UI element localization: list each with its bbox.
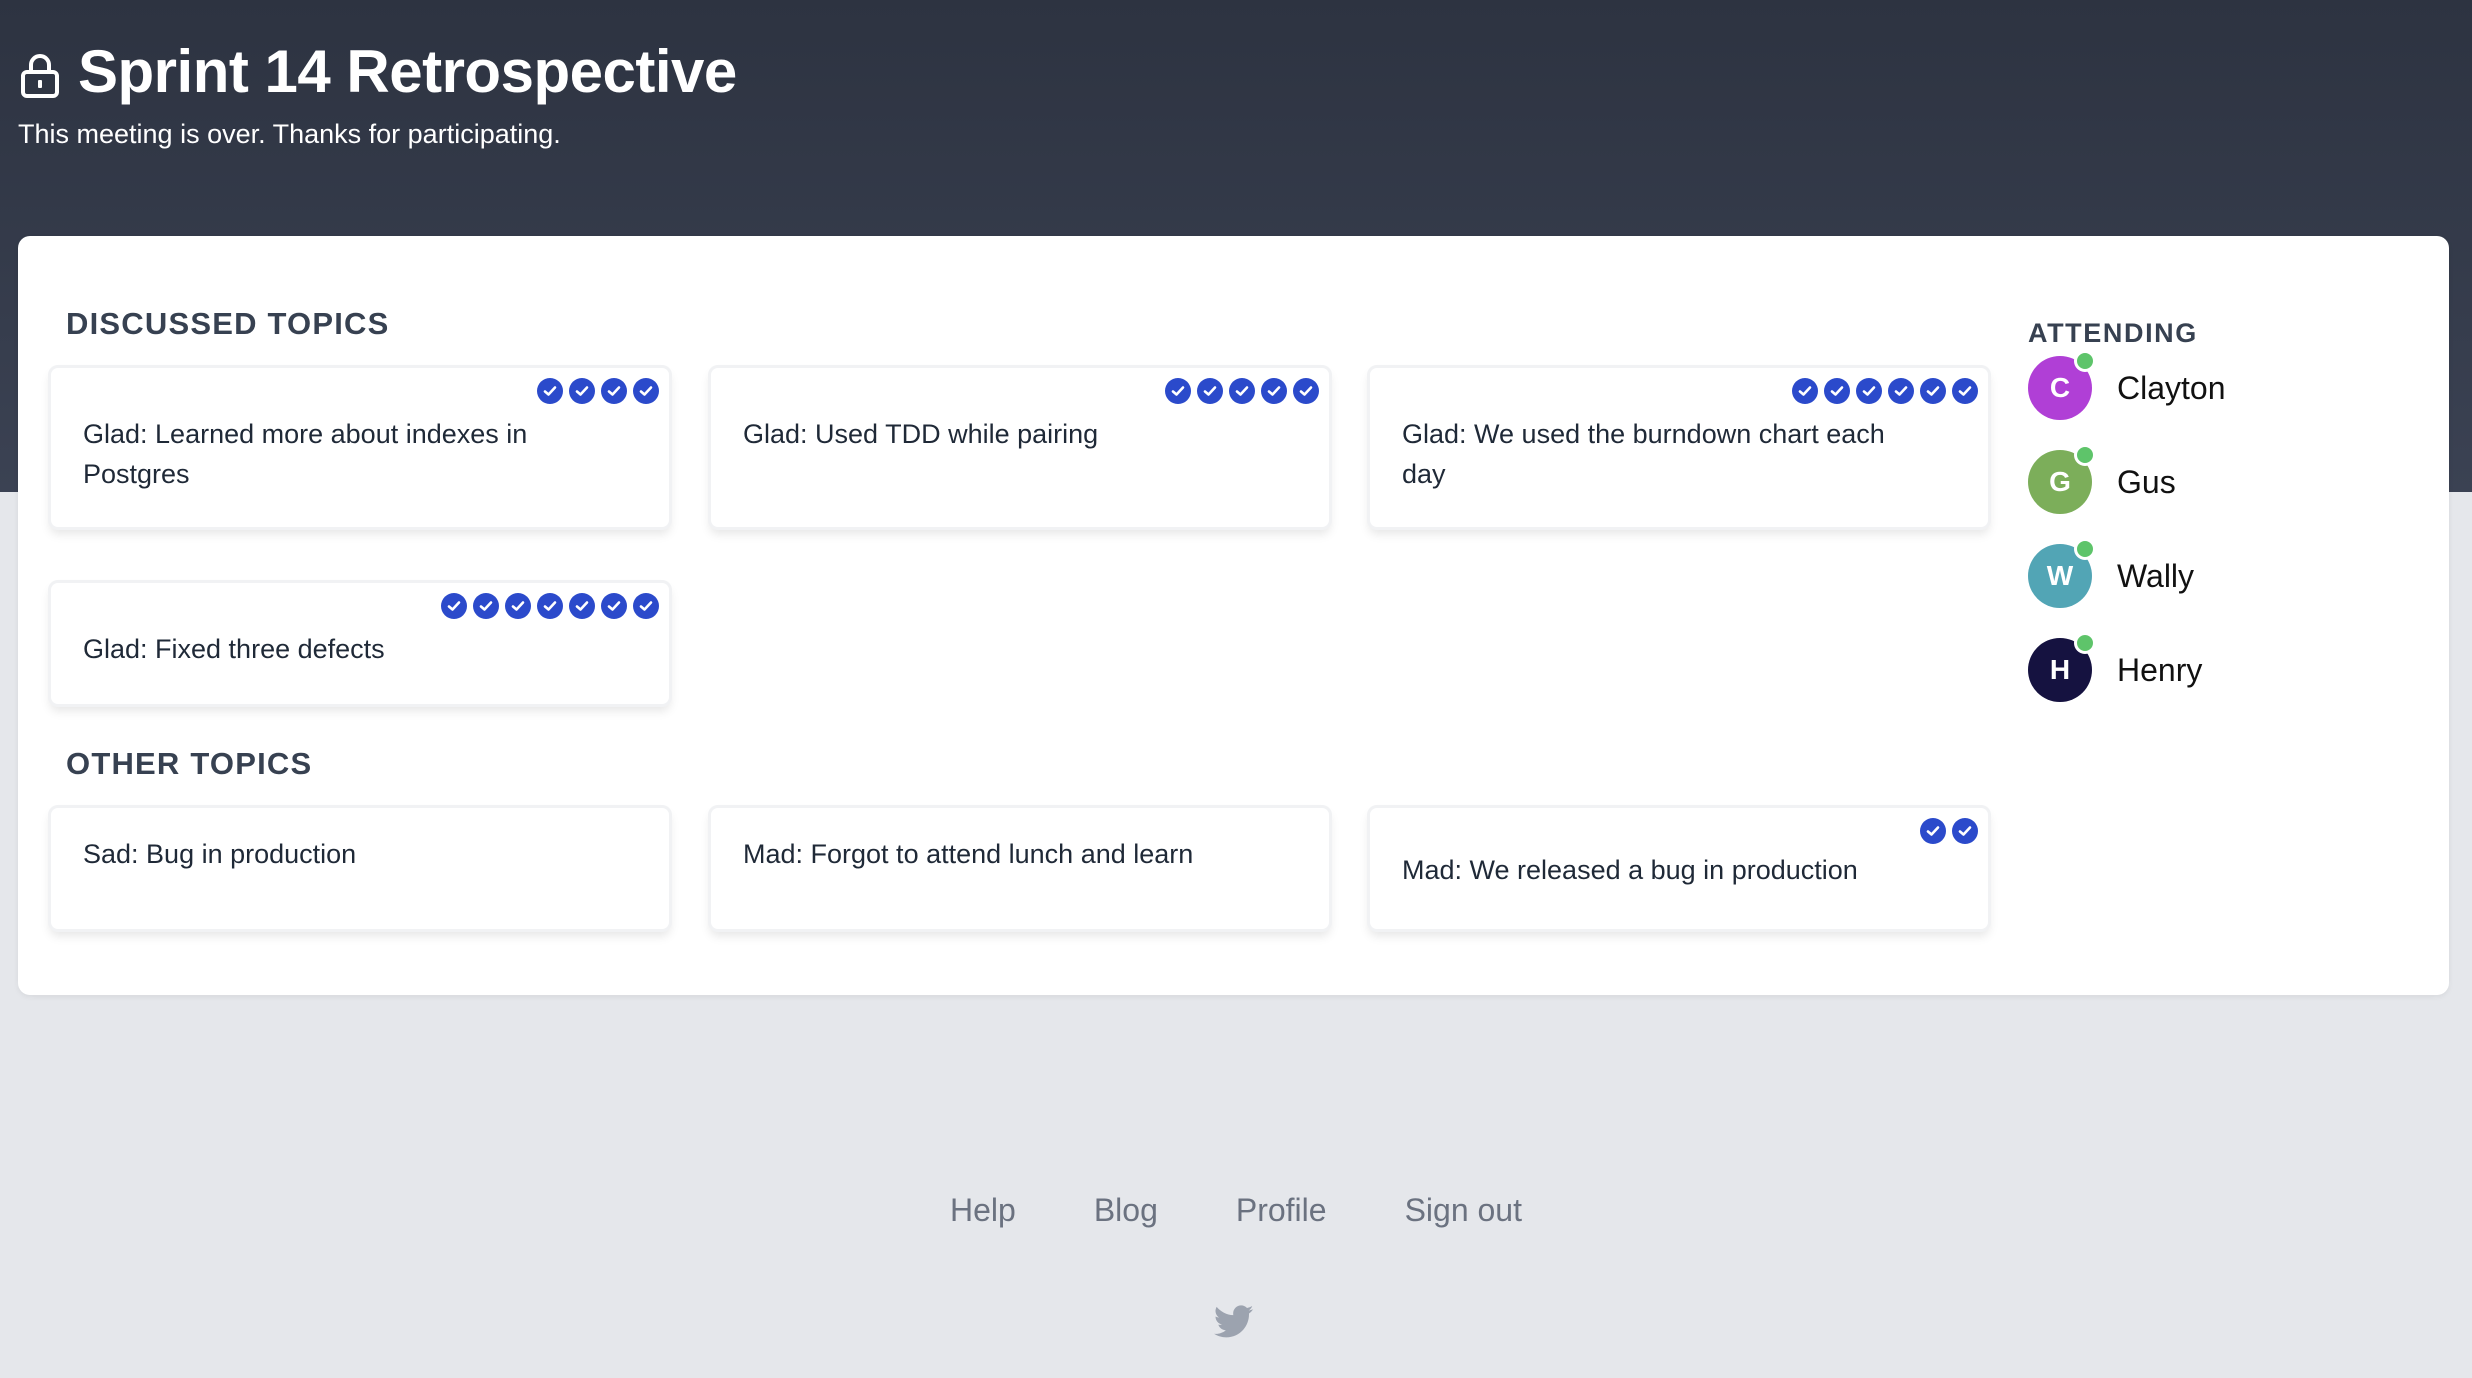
vote-check-icon — [1856, 378, 1882, 404]
topic-text: Glad: Used TDD while pairing — [743, 419, 1099, 449]
attendee: W Wally — [2028, 538, 2408, 608]
attendee-name: Henry — [2117, 652, 2203, 688]
vote-check-icon — [505, 593, 531, 619]
vote-check-icon — [1229, 378, 1255, 404]
attendee: G Gus — [2028, 444, 2408, 514]
attending-list: ATTENDING C Clayton G Gus W Wally H Henry — [2028, 316, 2408, 702]
page-title: Sprint 14 Retrospective — [78, 38, 737, 105]
topic-card[interactable]: Glad: Learned more about indexes in Post… — [48, 365, 672, 530]
topic-text: Glad: We used the burndown chart each da… — [1402, 419, 1885, 489]
vote-check-icon — [1920, 378, 1946, 404]
vote-check-icon — [1261, 378, 1287, 404]
topic-text: Glad: Fixed three defects — [83, 634, 385, 664]
footer-link-help[interactable]: Help — [950, 1190, 1016, 1230]
attendee-name: Gus — [2117, 464, 2176, 500]
attending-heading: ATTENDING — [2028, 318, 2198, 348]
vote-list — [1920, 818, 1978, 844]
attendee: C Clayton — [2028, 350, 2408, 420]
vote-check-icon — [1165, 378, 1191, 404]
vote-check-icon — [1197, 378, 1223, 404]
topic-card[interactable]: Sad: Bug in production — [48, 805, 672, 932]
vote-check-icon — [601, 593, 627, 619]
topic-text: Sad: Bug in production — [83, 839, 357, 869]
avatar-initial: W — [2046, 560, 2074, 591]
avatar: H — [2028, 632, 2096, 702]
vote-check-icon — [1824, 378, 1850, 404]
topic-card[interactable]: Glad: We used the burndown chart each da… — [1367, 365, 1991, 530]
vote-check-icon — [569, 378, 595, 404]
vote-check-icon — [1920, 818, 1946, 844]
footer-link-sign-out[interactable]: Sign out — [1405, 1190, 1522, 1230]
meeting-status-text: This meeting is over. Thanks for partici… — [18, 119, 561, 149]
vote-check-icon — [1792, 378, 1818, 404]
retro-panel: DISCUSSED TOPICS Glad: Learned more abou… — [18, 236, 2449, 995]
attendee: H Henry — [2028, 632, 2408, 702]
vote-check-icon — [537, 593, 563, 619]
vote-list — [537, 378, 659, 404]
vote-check-icon — [633, 378, 659, 404]
avatar-initial: H — [2049, 654, 2071, 685]
topic-text: Mad: Forgot to attend lunch and learn — [743, 839, 1194, 869]
vote-check-icon — [537, 378, 563, 404]
topic-card[interactable]: Glad: Fixed three defects — [48, 580, 672, 707]
vote-check-icon — [1293, 378, 1319, 404]
footer-link-profile[interactable]: Profile — [1236, 1190, 1327, 1230]
footer-nav: Help Blog Profile Sign out — [0, 1190, 2472, 1230]
topic-card[interactable]: Glad: Used TDD while pairing — [708, 365, 1332, 530]
avatar: C — [2028, 350, 2096, 420]
online-status-icon — [2074, 350, 2096, 372]
vote-list — [441, 593, 659, 619]
vote-list — [1792, 378, 1978, 404]
vote-check-icon — [601, 378, 627, 404]
avatar-initial: C — [2049, 372, 2071, 403]
avatar: W — [2028, 538, 2096, 608]
online-status-icon — [2074, 632, 2096, 654]
avatar: G — [2028, 444, 2096, 514]
online-status-icon — [2074, 444, 2096, 466]
vote-check-icon — [1952, 818, 1978, 844]
topic-card[interactable]: Mad: Forgot to attend lunch and learn — [708, 805, 1332, 932]
other-topics-heading: OTHER TOPICS — [66, 746, 313, 781]
title-row: Sprint 14 Retrospective — [20, 36, 737, 108]
twitter-icon[interactable] — [1214, 1304, 1254, 1340]
avatar-initial: G — [2049, 466, 2071, 497]
attendee-name: Clayton — [2117, 370, 2226, 406]
online-status-icon — [2074, 538, 2096, 560]
footer-link-blog[interactable]: Blog — [1094, 1190, 1158, 1230]
discussed-topics-heading: DISCUSSED TOPICS — [66, 306, 390, 341]
vote-check-icon — [633, 593, 659, 619]
topic-card[interactable]: Mad: We released a bug in production — [1367, 805, 1991, 932]
vote-check-icon — [441, 593, 467, 619]
topic-text: Glad: Learned more about indexes in Post… — [83, 419, 528, 489]
lock-icon — [21, 54, 59, 98]
attendee-name: Wally — [2117, 558, 2195, 594]
vote-list — [1165, 378, 1319, 404]
vote-check-icon — [473, 593, 499, 619]
vote-check-icon — [1888, 378, 1914, 404]
vote-check-icon — [569, 593, 595, 619]
topic-text: Mad: We released a bug in production — [1402, 855, 1858, 885]
vote-check-icon — [1952, 378, 1978, 404]
